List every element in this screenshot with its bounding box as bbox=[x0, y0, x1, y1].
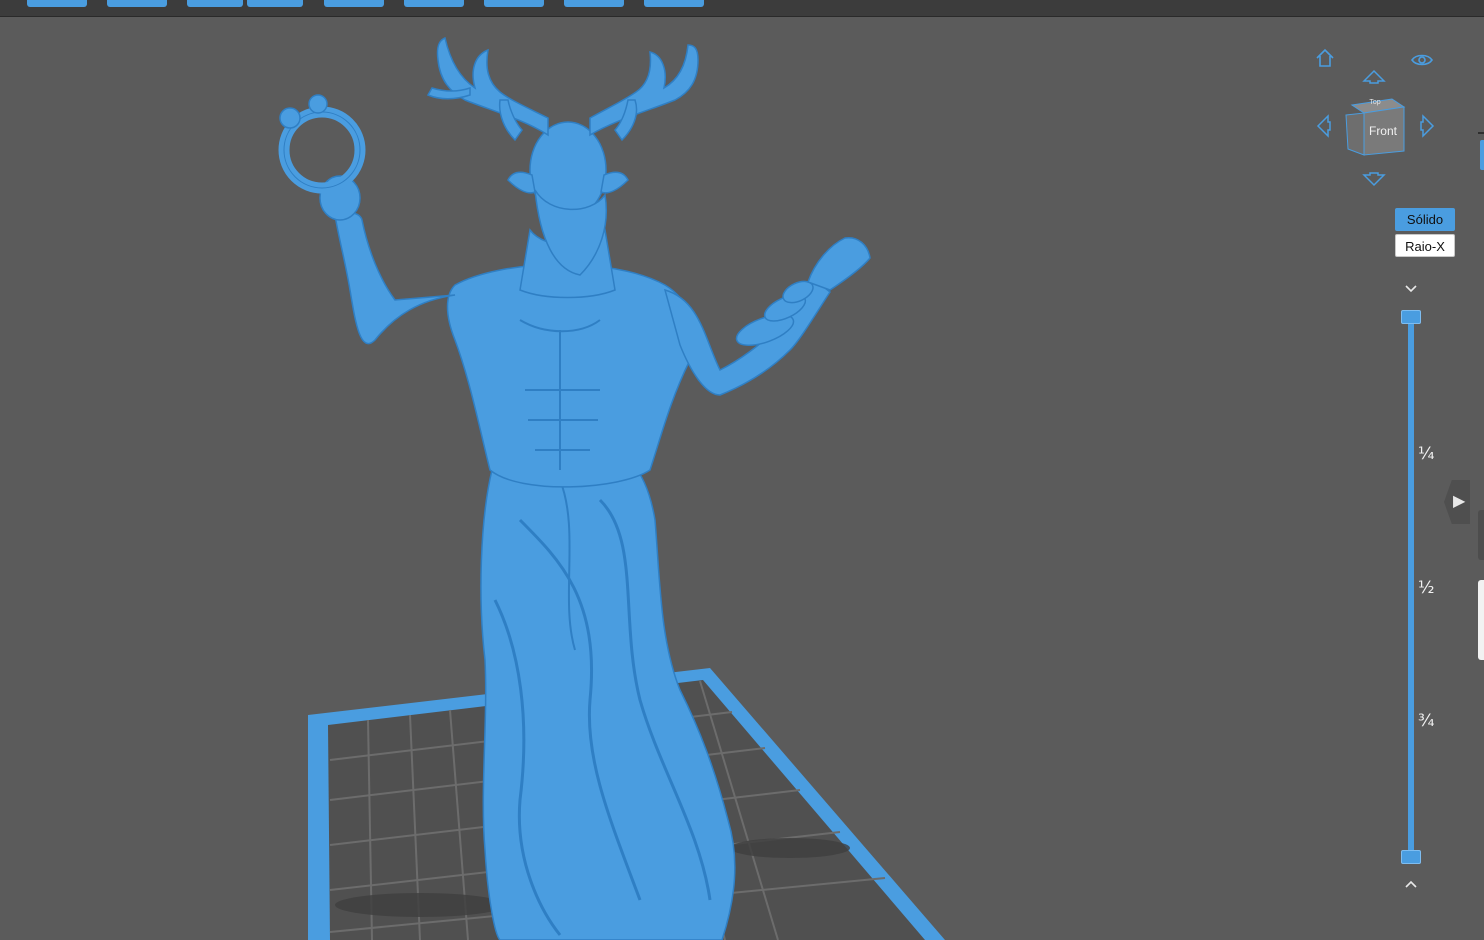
toolbar-button[interactable] bbox=[404, 0, 464, 7]
layer-slider-top-handle[interactable] bbox=[1401, 310, 1421, 324]
scene bbox=[278, 36, 945, 940]
toolbar-button[interactable] bbox=[107, 0, 167, 7]
panel-scrollbar[interactable] bbox=[1478, 580, 1484, 660]
layer-slider-track[interactable] bbox=[1408, 318, 1414, 858]
toolbar-button[interactable] bbox=[324, 0, 384, 7]
cube-top-label: Top bbox=[1369, 99, 1381, 106]
slider-mark-three-quarters: ¾ bbox=[1418, 711, 1435, 731]
panel-indicator[interactable] bbox=[1480, 140, 1484, 170]
panel-scroll-segment bbox=[1478, 510, 1484, 560]
toolbar-button[interactable] bbox=[27, 0, 87, 7]
toolbar-button[interactable] bbox=[484, 0, 544, 7]
slider-mark-quarter: ¼ bbox=[1418, 444, 1435, 464]
top-toolbar bbox=[0, 0, 1484, 17]
arrow-up-icon[interactable] bbox=[1362, 64, 1386, 88]
slider-mark-half: ½ bbox=[1418, 578, 1435, 598]
toolbar-button[interactable] bbox=[247, 0, 303, 7]
toolbar-button[interactable] bbox=[564, 0, 624, 7]
solid-mode-button[interactable]: Sólido bbox=[1395, 208, 1455, 231]
toolbar-button[interactable] bbox=[644, 0, 704, 7]
eye-icon[interactable] bbox=[1410, 48, 1434, 72]
arrow-down-icon[interactable] bbox=[1362, 168, 1386, 192]
home-icon[interactable] bbox=[1313, 46, 1337, 70]
arrow-left-icon[interactable] bbox=[1311, 114, 1335, 138]
arrow-right-icon[interactable] bbox=[1416, 114, 1440, 138]
panel-divider bbox=[1478, 132, 1484, 134]
layer-slider-bottom-handle[interactable] bbox=[1401, 850, 1421, 864]
toolbar-button[interactable] bbox=[187, 0, 243, 7]
chevron-down-icon[interactable] bbox=[1401, 281, 1421, 297]
chevron-up-icon[interactable] bbox=[1401, 878, 1421, 894]
xray-mode-button[interactable]: Raio-X bbox=[1395, 234, 1455, 257]
3d-viewport[interactable] bbox=[0, 17, 1470, 940]
cube-front-label: Front bbox=[1368, 124, 1397, 138]
play-icon: ▶ bbox=[1453, 493, 1466, 510]
